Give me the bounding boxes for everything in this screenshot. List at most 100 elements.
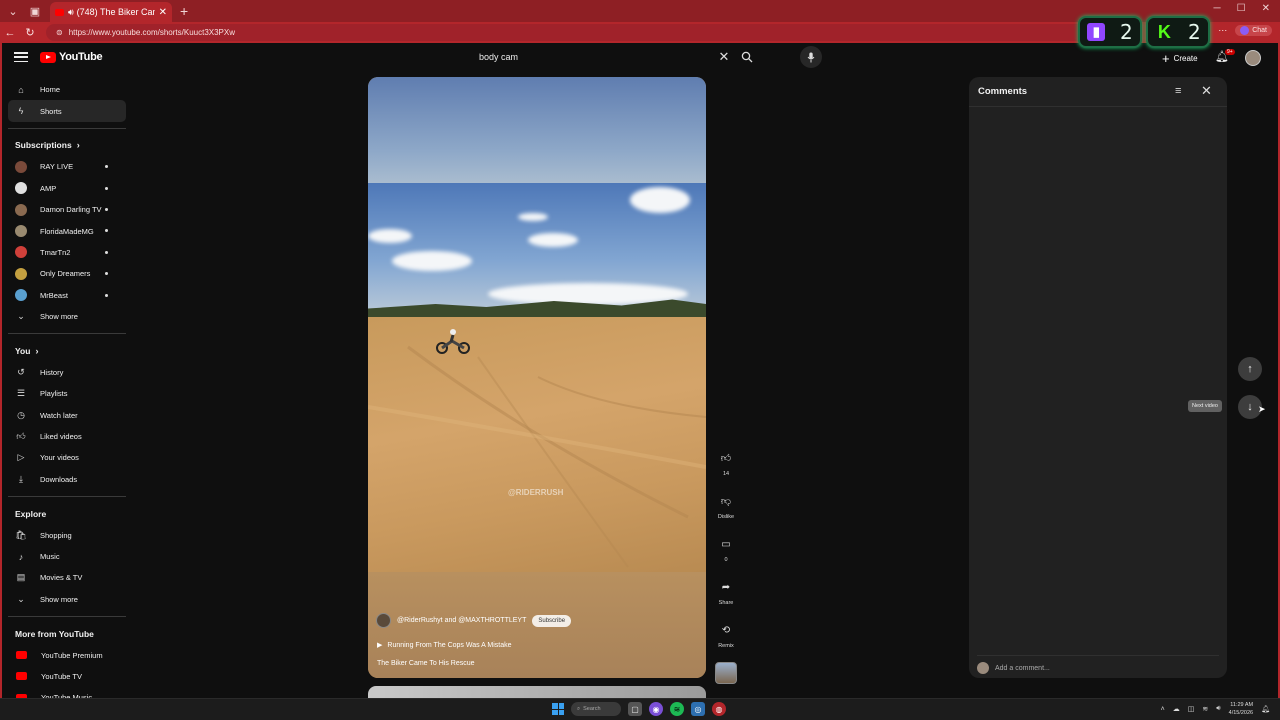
- like-button[interactable]: 👍︎: [714, 447, 738, 469]
- subscribe-button[interactable]: Subscribe: [532, 614, 572, 627]
- taskbar-apps: ⌕ Search ▢ ◉ ≋ ◎ ◍: [552, 702, 726, 716]
- sidebar-item-label: Watch later: [40, 410, 78, 420]
- dislike-button[interactable]: 👎︎: [714, 490, 738, 512]
- channel-avatar[interactable]: [376, 613, 391, 628]
- voice-search-button[interactable]: [800, 46, 822, 68]
- clock[interactable]: 11:29 AM 4/15/2026: [1229, 701, 1253, 717]
- url-field[interactable]: ⊜ https://www.youtube.com/shorts/Kuuct3X…: [46, 24, 1116, 41]
- remix-button[interactable]: ⟲: [714, 619, 738, 641]
- dislike-label: Dislike: [717, 514, 735, 520]
- subscriptions-heading[interactable]: Subscriptions ›: [8, 135, 126, 156]
- discord-icon[interactable]: ◉: [649, 702, 663, 716]
- youtube-header: YouTube body cam ✕ + Create 🔔︎ 9+: [0, 43, 1280, 73]
- sidebar-item-music[interactable]: ♪ Music: [8, 546, 126, 567]
- search-input[interactable]: body cam: [470, 52, 714, 62]
- sort-comments-icon[interactable]: ≡: [1175, 85, 1181, 97]
- previous-video-button[interactable]: ↑: [1238, 357, 1262, 381]
- network-icon[interactable]: ◫: [1188, 705, 1195, 713]
- youtube-tv-icon: [16, 672, 27, 681]
- browser-tab-active[interactable]: 🔊︎ (748) The Biker Came To His R ✕: [50, 2, 172, 22]
- windows-start-icon[interactable]: [552, 703, 564, 715]
- sidebar-sub-only-dreamers[interactable]: Only Dreamers: [8, 263, 126, 284]
- youtube-logo[interactable]: YouTube: [40, 51, 103, 63]
- system-tray: ˄ ☁ ◫ ≋ 🔊︎ 11:29 AM 4/15/2026 🔔︎: [1161, 701, 1270, 717]
- sidebar-item-playlists[interactable]: ☰ Playlists: [8, 383, 126, 404]
- share-label: Share: [718, 600, 734, 606]
- you-heading[interactable]: You ›: [8, 340, 126, 361]
- sidebar-item-history[interactable]: ↺ History: [8, 362, 126, 383]
- sidebar-item-liked-videos[interactable]: 👍︎ Liked videos: [8, 426, 126, 447]
- chat-button[interactable]: Chat: [1235, 25, 1272, 36]
- maximize-button[interactable]: ☐: [1237, 3, 1246, 14]
- volume-icon[interactable]: 🔊︎: [1216, 705, 1220, 713]
- account-avatar[interactable]: [1245, 50, 1261, 66]
- task-view-icon[interactable]: ▢: [628, 702, 642, 716]
- back-button[interactable]: ←: [0, 27, 20, 39]
- sidebar-item-shorts[interactable]: ϟ Shorts: [8, 100, 126, 122]
- wifi-icon[interactable]: ≋: [1202, 705, 1208, 713]
- opera-gx-icon[interactable]: ◎: [691, 702, 705, 716]
- sidebar-sub-amp[interactable]: AMP: [8, 178, 126, 199]
- notification-bell-icon[interactable]: 🔔︎: [1261, 705, 1270, 713]
- comments-button[interactable]: ▭: [714, 533, 738, 555]
- sidebar-item-label: Show more: [40, 312, 78, 322]
- remix-label: Remix: [718, 643, 734, 649]
- sound-link[interactable]: ▶ Running From The Cops Was A Mistake: [377, 641, 512, 650]
- channel-names[interactable]: @RiderRushyt and @MAXTHROTTLEYT: [397, 617, 526, 624]
- sidebar-item-movies-tv[interactable]: ▤ Movies & TV: [8, 567, 126, 588]
- site-info-icon[interactable]: ⊜: [56, 28, 63, 37]
- new-tab-button[interactable]: +: [180, 3, 188, 19]
- shorts-video-player[interactable]: @RIDERRUSH @RiderRushyt and @MAXTHROTTLE…: [368, 77, 706, 678]
- channel-avatar: [15, 267, 27, 280]
- avatar: [977, 662, 989, 674]
- sidebar-sub-damon-darling[interactable]: Damon Darling TV: [8, 199, 126, 220]
- extensions-icon[interactable]: ⋯: [1218, 25, 1227, 36]
- search-box[interactable]: body cam ✕: [470, 46, 760, 68]
- movies-icon: ▤: [16, 572, 26, 583]
- sidebar-item-youtube-premium[interactable]: YouTube Premium: [8, 644, 126, 665]
- clear-search-icon[interactable]: ✕: [714, 49, 734, 65]
- sidebar-item-watch-later[interactable]: ◷ Watch later: [8, 404, 126, 425]
- sidebar-sub-mrbeast[interactable]: MrBeast: [8, 285, 126, 306]
- close-tab-icon[interactable]: ✕: [159, 7, 167, 18]
- sidebar-item-home[interactable]: ⌂ Home: [8, 79, 126, 100]
- menu-icon[interactable]: [14, 52, 28, 62]
- sidebar-item-label: YouTube TV: [41, 671, 83, 681]
- next-short-preview[interactable]: [368, 686, 706, 698]
- spotify-icon[interactable]: ≋: [670, 702, 684, 716]
- minimize-button[interactable]: ─: [1214, 3, 1221, 14]
- sidebar-show-more-explore[interactable]: ⌄ Show more: [8, 589, 126, 610]
- sidebar-sub-tmartn2[interactable]: TmarTn2: [8, 242, 126, 263]
- sidebar-item-shopping[interactable]: 🛍︎ Shopping: [8, 524, 126, 545]
- chevron-down-icon: ⌄: [17, 593, 25, 604]
- close-window-button[interactable]: ✕: [1262, 3, 1270, 14]
- sidebar-item-label: FloridaMadeMG: [40, 226, 94, 236]
- chevron-up-icon[interactable]: ˄: [1161, 706, 1165, 713]
- search-button[interactable]: [734, 46, 760, 68]
- sidebar-item-your-videos[interactable]: ▷ Your videos: [8, 447, 126, 468]
- browser-icon[interactable]: ◍: [712, 702, 726, 716]
- add-comment-field[interactable]: Add a comment...: [977, 655, 1219, 674]
- speaker-icon[interactable]: 🔊︎: [68, 7, 74, 18]
- sidebar-sub-floridamademg[interactable]: FloridaMadeMG: [8, 220, 126, 241]
- cloud-icon[interactable]: ☁: [1173, 705, 1180, 713]
- workspaces-icon[interactable]: ▣: [26, 2, 44, 20]
- sidebar-sub-ray-live[interactable]: RAY LIVE: [8, 156, 126, 177]
- video-caption: The Biker Came To His Rescue: [377, 660, 475, 667]
- tab-menu-icon[interactable]: ⌄: [4, 2, 22, 20]
- your-videos-icon: ▷: [17, 452, 25, 463]
- sidebar-item-downloads[interactable]: ⤓ Downloads: [8, 469, 126, 490]
- chat-label: Chat: [1252, 27, 1267, 34]
- plus-icon: +: [1162, 50, 1170, 66]
- arrow-up-icon: ↑: [1247, 363, 1253, 375]
- reload-button[interactable]: ↻: [20, 26, 40, 39]
- sound-thumbnail[interactable]: [715, 662, 737, 684]
- sidebar-item-youtube-tv[interactable]: YouTube TV: [8, 666, 126, 687]
- create-button[interactable]: + Create: [1156, 49, 1204, 67]
- taskbar-search[interactable]: ⌕ Search: [571, 702, 621, 716]
- sidebar-item-label: Your videos: [40, 453, 79, 463]
- share-button[interactable]: ➦: [714, 576, 738, 598]
- search-icon: ⌕: [577, 705, 581, 712]
- sidebar-show-more-subscriptions[interactable]: ⌄ Show more: [8, 306, 126, 327]
- close-comments-icon[interactable]: ✕: [1201, 83, 1212, 99]
